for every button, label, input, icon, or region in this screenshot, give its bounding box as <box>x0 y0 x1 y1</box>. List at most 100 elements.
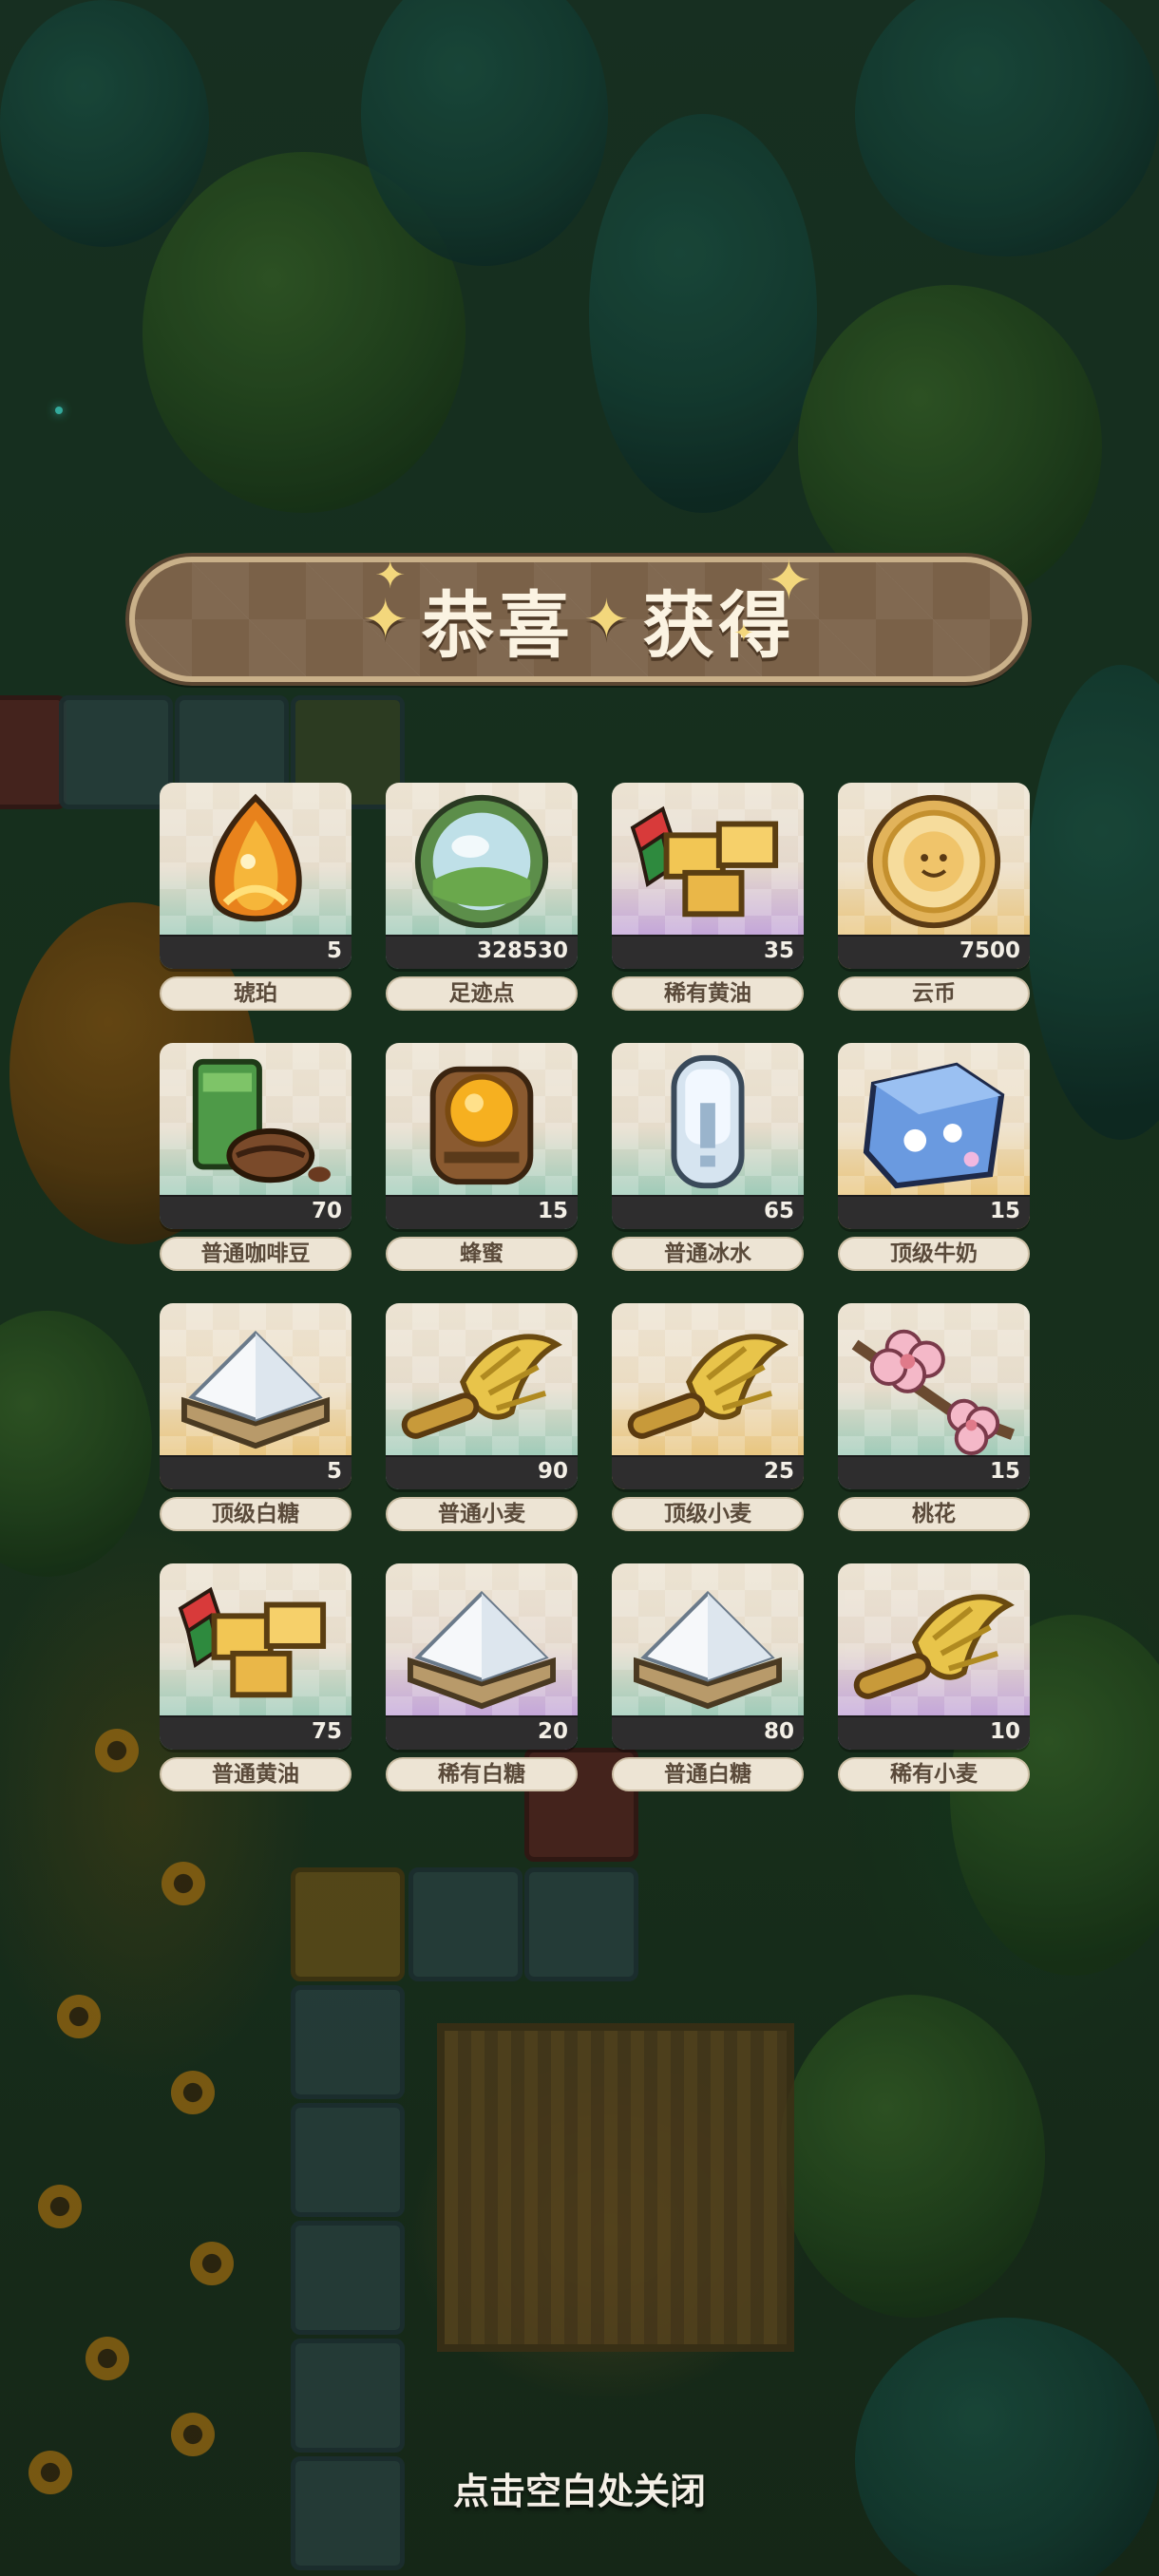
cloud-coin-icon <box>838 786 1030 937</box>
quantity-bar: 35 <box>612 935 804 969</box>
reward-quantity: 75 <box>311 1719 342 1744</box>
sparkle-icon: ✦ <box>374 554 407 597</box>
quantity-bar: 15 <box>386 1195 578 1229</box>
reward-title: ✦ 恭喜 ✦ 获得 <box>362 567 794 672</box>
reward-name: 稀有黄油 <box>612 976 804 1011</box>
reward-quantity: 15 <box>537 1199 568 1223</box>
quantity-bar: 65 <box>612 1195 804 1229</box>
reward-name: 普通冰水 <box>612 1237 804 1271</box>
quantity-bar: 10 <box>838 1715 1030 1750</box>
close-hint[interactable]: 点击空白处关闭 <box>0 2462 1159 2514</box>
reward-card[interactable]: 70 普通咖啡豆 <box>160 1043 352 1271</box>
reward-card-frame: 80 <box>612 1563 804 1750</box>
reward-card-frame: 35 <box>612 783 804 969</box>
reward-name: 顶级牛奶 <box>838 1237 1030 1271</box>
quantity-bar: 80 <box>612 1715 804 1750</box>
milk-carton-icon <box>838 1047 1030 1197</box>
reward-card[interactable]: 7500 云币 <box>838 783 1030 1011</box>
reward-card[interactable]: 75 普通黄油 <box>160 1563 352 1791</box>
reward-card-frame: 90 <box>386 1303 578 1489</box>
reward-card[interactable]: 15 顶级牛奶 <box>838 1043 1030 1271</box>
reward-card[interactable]: 65 普通冰水 <box>612 1043 804 1271</box>
reward-quantity: 65 <box>763 1199 794 1223</box>
reward-quantity: 70 <box>311 1199 342 1223</box>
quantity-bar: 15 <box>838 1195 1030 1229</box>
reward-quantity: 35 <box>763 938 794 963</box>
reward-quantity: 10 <box>989 1719 1020 1744</box>
coffee-bean-icon <box>160 1047 352 1197</box>
title-part-1: 恭喜 <box>422 583 574 668</box>
butter-icon <box>160 1567 352 1717</box>
reward-card-frame: 15 <box>838 1043 1030 1229</box>
reward-name: 普通咖啡豆 <box>160 1237 352 1271</box>
footprint-orb-icon <box>386 786 578 937</box>
reward-quantity: 15 <box>989 1199 1020 1223</box>
reward-card[interactable]: 25 顶级小麦 <box>612 1303 804 1531</box>
ice-water-icon <box>612 1047 804 1197</box>
reward-name: 普通黄油 <box>160 1757 352 1791</box>
reward-name: 蜂蜜 <box>386 1237 578 1271</box>
reward-name: 琥珀 <box>160 976 352 1011</box>
reward-title-banner: ✦ 恭喜 ✦ 获得 ✦ ✦ ✦ <box>129 553 1028 682</box>
quantity-bar: 20 <box>386 1715 578 1750</box>
reward-name: 足迹点 <box>386 976 578 1011</box>
reward-quantity: 80 <box>763 1719 794 1744</box>
quantity-bar: 5 <box>160 1455 352 1489</box>
reward-quantity: 90 <box>537 1459 568 1484</box>
reward-card[interactable]: 10 稀有小麦 <box>838 1563 1030 1791</box>
reward-card[interactable]: 20 稀有白糖 <box>386 1563 578 1791</box>
amber-icon <box>160 786 352 937</box>
reward-card-frame: 5 <box>160 1303 352 1489</box>
reward-name: 普通小麦 <box>386 1497 578 1531</box>
peach-blossom-icon <box>838 1307 1030 1457</box>
reward-card-frame: 15 <box>838 1303 1030 1489</box>
reward-quantity: 25 <box>763 1459 794 1484</box>
wheat-icon <box>386 1307 578 1457</box>
reward-quantity: 5 <box>326 1459 342 1484</box>
reward-card[interactable]: 328530 足迹点 <box>386 783 578 1011</box>
reward-card-frame: 65 <box>612 1043 804 1229</box>
reward-name: 普通白糖 <box>612 1757 804 1791</box>
reward-card[interactable]: 5 琥珀 <box>160 783 352 1011</box>
reward-grid: 5 琥珀 328530 足迹点 35 稀有黄油 7500 云币 70 普通咖啡豆… <box>160 783 1030 1791</box>
quantity-bar: 7500 <box>838 935 1030 969</box>
sparkle-icon: ✦ <box>766 548 812 613</box>
reward-card[interactable]: 15 桃花 <box>838 1303 1030 1531</box>
reward-quantity: 20 <box>537 1719 568 1744</box>
quantity-bar: 25 <box>612 1455 804 1489</box>
reward-card-frame: 70 <box>160 1043 352 1229</box>
wheat-icon <box>838 1567 1030 1717</box>
reward-name: 顶级小麦 <box>612 1497 804 1531</box>
quantity-bar: 15 <box>838 1455 1030 1489</box>
reward-card[interactable]: 35 稀有黄油 <box>612 783 804 1011</box>
sugar-icon <box>612 1567 804 1717</box>
reward-card-frame: 75 <box>160 1563 352 1750</box>
reward-card-frame: 25 <box>612 1303 804 1489</box>
reward-card-frame: 15 <box>386 1043 578 1229</box>
reward-card[interactable]: 5 顶级白糖 <box>160 1303 352 1531</box>
reward-name: 顶级白糖 <box>160 1497 352 1531</box>
quantity-bar: 70 <box>160 1195 352 1229</box>
reward-quantity: 7500 <box>959 938 1020 963</box>
reward-card-frame: 10 <box>838 1563 1030 1750</box>
reward-card-frame: 20 <box>386 1563 578 1750</box>
reward-name: 桃花 <box>838 1497 1030 1531</box>
reward-card[interactable]: 90 普通小麦 <box>386 1303 578 1531</box>
reward-quantity: 328530 <box>476 938 568 963</box>
sparkle-icon: ✦ <box>583 587 634 652</box>
reward-card[interactable]: 80 普通白糖 <box>612 1563 804 1791</box>
sparkle-icon: ✦ <box>362 587 412 652</box>
reward-card-frame: 5 <box>160 783 352 969</box>
honey-icon <box>386 1047 578 1197</box>
quantity-bar: 5 <box>160 935 352 969</box>
quantity-bar: 328530 <box>386 935 578 969</box>
sugar-icon <box>386 1567 578 1717</box>
reward-card-frame: 328530 <box>386 783 578 969</box>
wheat-icon <box>612 1307 804 1457</box>
reward-name: 云币 <box>838 976 1030 1011</box>
reward-quantity: 15 <box>989 1459 1020 1484</box>
reward-name: 稀有小麦 <box>838 1757 1030 1791</box>
reward-quantity: 5 <box>326 938 342 963</box>
quantity-bar: 75 <box>160 1715 352 1750</box>
reward-card[interactable]: 15 蜂蜜 <box>386 1043 578 1271</box>
